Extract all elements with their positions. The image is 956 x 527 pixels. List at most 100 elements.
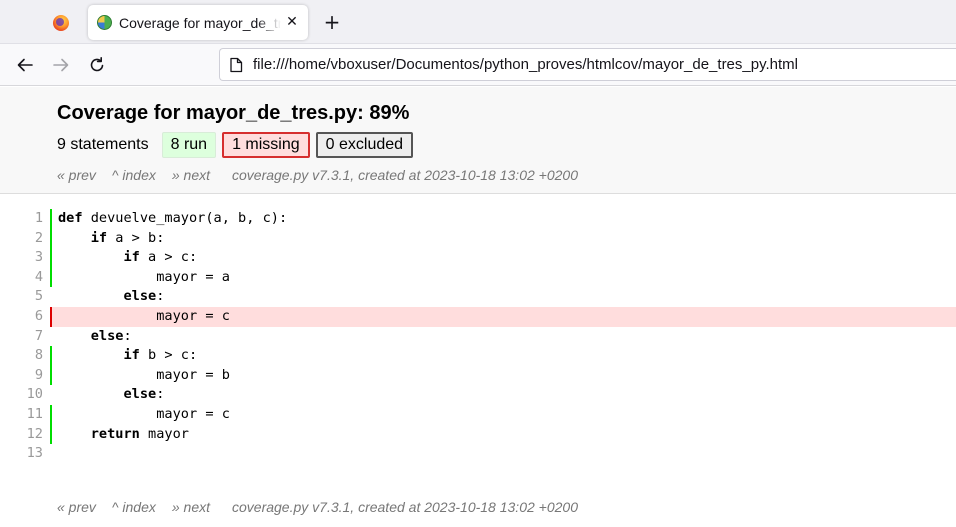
created-info-bottom: coverage.py v7.3.1, created at 2023-10-1… bbox=[232, 499, 578, 515]
code-text: devuelve_mayor(a, b, c): bbox=[82, 210, 288, 226]
address-bar[interactable]: file:///home/vboxuser/Documentos/python_… bbox=[219, 48, 956, 81]
title-prefix: Coverage for bbox=[57, 102, 186, 124]
source-line: 9 mayor = b bbox=[0, 365, 956, 386]
line-number[interactable]: 3 bbox=[0, 248, 43, 268]
source-line: 13 bbox=[0, 444, 956, 464]
line-number[interactable]: 2 bbox=[0, 229, 43, 249]
line-number[interactable]: 9 bbox=[0, 366, 43, 386]
line-number[interactable]: 6 bbox=[0, 307, 43, 327]
code-text: : bbox=[123, 327, 132, 344]
line-number[interactable]: 1 bbox=[0, 209, 43, 229]
code-text: : bbox=[156, 288, 165, 305]
keyword: else bbox=[123, 386, 157, 403]
report-nav-top: « prev ^ index » next coverage.py v7.3.1… bbox=[57, 167, 578, 183]
index-link-bottom[interactable]: ^ index bbox=[112, 499, 156, 515]
keyword: return bbox=[90, 425, 140, 442]
line-number[interactable]: 4 bbox=[0, 268, 43, 288]
reload-button[interactable] bbox=[84, 52, 110, 78]
code-text: mayor = c bbox=[156, 307, 230, 324]
plus-icon: + bbox=[323, 10, 341, 34]
code-text: mayor bbox=[139, 425, 189, 442]
coverage-favicon-icon bbox=[97, 15, 112, 30]
source-listing: 1 def devuelve_mayor(a, b, c): 2 if a > b:… bbox=[0, 209, 956, 464]
source-line: 2 if a > b: bbox=[0, 228, 956, 249]
source-line: 12 return mayor bbox=[0, 424, 956, 445]
created-info: coverage.py v7.3.1, created at 2023-10-1… bbox=[232, 167, 578, 183]
line-code: else: bbox=[50, 327, 956, 347]
firefox-icon bbox=[53, 15, 69, 31]
prev-link[interactable]: « prev bbox=[57, 167, 96, 183]
new-tab-button[interactable]: + bbox=[320, 9, 344, 35]
code-text: mayor = c bbox=[156, 405, 230, 422]
line-code: mayor = b bbox=[50, 365, 956, 386]
line-number[interactable]: 8 bbox=[0, 346, 43, 366]
line-code: else: bbox=[50, 287, 956, 307]
run-toggle-button[interactable]: 8 run bbox=[161, 132, 217, 158]
navigation-toolbar: file:///home/vboxuser/Documentos/python_… bbox=[0, 44, 956, 86]
keyword: def bbox=[58, 210, 83, 226]
missing-toggle-button[interactable]: 1 missing bbox=[222, 132, 310, 158]
code-text: a > c: bbox=[139, 249, 198, 266]
source-line: 10 else: bbox=[0, 385, 956, 405]
code-text: a > b: bbox=[107, 229, 165, 246]
tab-title: Coverage for mayor_de_tres.py: 89% bbox=[119, 14, 281, 31]
source-line: 3 if a > c: bbox=[0, 248, 956, 268]
source-line: 8 if b > c: bbox=[0, 346, 956, 366]
tab-coverage-report[interactable]: Coverage for mayor_de_tres.py: 89% ✕ bbox=[88, 5, 308, 40]
line-number[interactable]: 12 bbox=[0, 425, 43, 445]
line-number[interactable]: 7 bbox=[0, 327, 43, 347]
line-code: mayor = c bbox=[50, 404, 956, 425]
source-line: 6 mayor = c bbox=[0, 306, 956, 327]
line-code: def devuelve_mayor(a, b, c): bbox=[50, 209, 956, 229]
line-code: if a > c: bbox=[50, 248, 956, 268]
back-button[interactable] bbox=[12, 52, 38, 78]
line-number[interactable]: 5 bbox=[0, 287, 43, 307]
page-content: Coverage for mayor_de_tres.py: 89% 9 sta… bbox=[0, 87, 956, 527]
line-number[interactable]: 10 bbox=[0, 385, 43, 405]
keyword: else bbox=[123, 288, 157, 305]
stats-row: 9 statements 8 run 1 missing 0 excluded bbox=[57, 132, 419, 158]
keyword: if bbox=[123, 249, 140, 266]
line-number[interactable]: 11 bbox=[0, 405, 43, 425]
line-code: return mayor bbox=[50, 424, 956, 445]
keyword: else bbox=[90, 327, 124, 344]
next-link[interactable]: » next bbox=[172, 167, 210, 183]
code-text: mayor = a bbox=[156, 268, 230, 285]
source-line: 5 else: bbox=[0, 287, 956, 307]
code-text: : bbox=[156, 386, 165, 403]
url-text: file:///home/vboxuser/Documentos/python_… bbox=[253, 56, 798, 73]
close-tab-icon[interactable]: ✕ bbox=[284, 14, 300, 30]
report-header: Coverage for mayor_de_tres.py: 89% 9 sta… bbox=[0, 87, 956, 194]
excluded-toggle-button[interactable]: 0 excluded bbox=[315, 132, 414, 158]
tab-bar: Coverage for mayor_de_tres.py: 89% ✕ + bbox=[0, 0, 956, 44]
line-number[interactable]: 13 bbox=[0, 444, 43, 464]
line-code: mayor = a bbox=[50, 267, 956, 288]
forward-button[interactable] bbox=[48, 52, 74, 78]
report-nav-bottom: « prev ^ index » next coverage.py v7.3.1… bbox=[57, 499, 578, 515]
firefox-view-tab[interactable] bbox=[42, 9, 80, 37]
page-title: Coverage for mayor_de_tres.py: 89% bbox=[57, 102, 409, 125]
keyword: if bbox=[90, 229, 108, 246]
line-code: if b > c: bbox=[50, 346, 956, 366]
index-link[interactable]: ^ index bbox=[112, 167, 156, 183]
title-percentage: : 89% bbox=[357, 102, 410, 124]
source-line: 11 mayor = c bbox=[0, 404, 956, 425]
line-code: else: bbox=[50, 385, 956, 405]
arrow-right-icon bbox=[53, 58, 69, 72]
source-line: 7 else: bbox=[0, 327, 956, 347]
next-link-bottom[interactable]: » next bbox=[172, 499, 210, 515]
prev-link-bottom[interactable]: « prev bbox=[57, 499, 96, 515]
title-file-name: mayor_de_tres.py bbox=[185, 102, 358, 124]
